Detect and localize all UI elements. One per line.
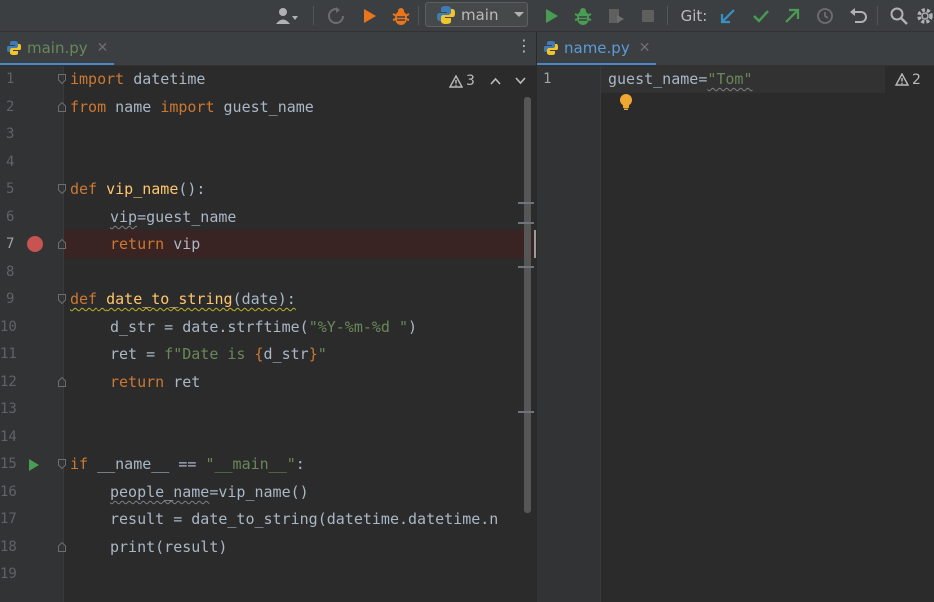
line-number: 3 (6, 126, 15, 142)
tab-main-py[interactable]: main.py ✕ (0, 32, 115, 65)
fold-icon[interactable] (58, 239, 66, 249)
right-tab-bar: name.py ✕ (537, 32, 934, 66)
warning-icon (895, 73, 909, 86)
line-number: 10 (0, 319, 17, 335)
right-gutter (537, 66, 600, 602)
chevron-down-icon[interactable] (515, 77, 526, 85)
fold-icon[interactable] (58, 184, 66, 194)
chevron-down-icon (513, 11, 525, 19)
fold-icon[interactable] (58, 377, 66, 387)
warning-count: 2 (912, 71, 921, 88)
git-commit-icon[interactable] (750, 0, 772, 31)
code-line-7[interactable]: return vip (110, 234, 200, 254)
code-line-10[interactable]: d_str = date.strftime("%Y-%m-%d ") (110, 317, 417, 337)
code-line-12[interactable]: return ret (110, 372, 200, 392)
tab-name-py-label: name.py (564, 38, 630, 57)
warning-count: 3 (466, 73, 475, 89)
line-number: 11 (0, 346, 17, 362)
left-tab-bar: main.py ✕ ⋮ (0, 32, 536, 66)
stop-icon[interactable] (637, 0, 659, 31)
vertical-scrollbar[interactable] (524, 97, 531, 513)
line-number: 19 (0, 566, 17, 582)
breakpoint-icon[interactable] (27, 236, 43, 252)
inspection-widget-right[interactable]: 2 (885, 66, 934, 93)
run-gutter-icon[interactable] (28, 457, 40, 476)
search-icon[interactable] (888, 0, 910, 31)
line-number: 6 (6, 209, 15, 225)
lightbulb-icon[interactable] (619, 93, 633, 115)
git-push-icon[interactable] (781, 0, 803, 31)
close-icon[interactable]: ✕ (639, 40, 651, 56)
scroll-marker (518, 266, 534, 268)
coverage-icon[interactable] (605, 0, 627, 31)
line-number: 18 (0, 539, 17, 555)
code-line-2[interactable]: from name import guest_name (70, 97, 314, 117)
python-file-icon (6, 40, 22, 56)
line-number: 7 (6, 236, 15, 252)
fold-icon[interactable] (58, 102, 66, 112)
history-icon[interactable] (814, 0, 836, 31)
line-number: 9 (6, 291, 15, 307)
code-line-9[interactable]: def date_to_string(date): (70, 289, 296, 309)
fold-icon[interactable] (58, 74, 66, 84)
inspection-widget[interactable]: 3 (449, 73, 526, 89)
run-orange-icon[interactable] (358, 0, 380, 31)
rollback-icon[interactable] (846, 0, 870, 31)
code-line-15[interactable]: if __name__ == "__main__": (70, 454, 305, 474)
more-vertical-icon[interactable]: ⋮ (516, 36, 532, 55)
code-line-18[interactable]: print(result) (110, 537, 227, 557)
line-number: 14 (0, 429, 17, 445)
run-icon[interactable] (540, 0, 562, 31)
line-number: 8 (6, 264, 15, 280)
debug-icon[interactable] (571, 0, 595, 31)
rerun-icon[interactable] (325, 0, 347, 31)
code-line-1-right[interactable]: guest_name="Tom" (608, 69, 753, 89)
line-number: 15 (0, 456, 17, 472)
main-toolbar: main Git: (0, 0, 934, 32)
line-number: 17 (0, 511, 17, 527)
line-number: 16 (0, 484, 17, 500)
line-number: 12 (0, 374, 17, 390)
git-update-icon[interactable] (717, 0, 739, 31)
scroll-marker (518, 222, 534, 224)
line-number: 1 (6, 71, 15, 87)
scroll-marker (518, 411, 534, 413)
line-number: 4 (6, 154, 15, 170)
debug-orange-icon[interactable] (389, 0, 413, 31)
code-line-11[interactable]: ret = f"Date is {d_str}" (110, 344, 327, 364)
line-number: 2 (6, 99, 15, 115)
line-number: 1 (543, 71, 552, 87)
code-line-6[interactable]: vip=guest_name (110, 207, 236, 227)
code-line-5[interactable]: def vip_name(): (70, 179, 205, 199)
git-label: Git: (680, 6, 708, 25)
code-line-1[interactable]: import datetime (70, 69, 205, 89)
warning-icon (449, 74, 463, 88)
tab-name-py[interactable]: name.py ✕ (537, 32, 657, 65)
python-icon (436, 5, 456, 25)
settings-gear-icon[interactable] (916, 0, 934, 31)
branch-label: main (461, 5, 499, 24)
fold-icon[interactable] (58, 294, 66, 304)
fold-icon[interactable] (58, 459, 66, 469)
code-line-16[interactable]: people_name=vip_name() (110, 482, 309, 502)
user-icon[interactable] (270, 0, 304, 31)
scroll-marker (518, 202, 534, 204)
close-icon[interactable]: ✕ (97, 40, 109, 56)
fold-icon[interactable] (58, 542, 66, 552)
chevron-up-icon[interactable] (490, 77, 501, 85)
run-configuration-dropdown[interactable]: main (425, 2, 528, 27)
code-line-17[interactable]: result = date_to_string(datetime.datetim… (110, 509, 534, 529)
tab-main-py-label: main.py (27, 38, 88, 57)
line-number: 5 (6, 181, 15, 197)
line-number: 13 (0, 401, 17, 417)
python-file-icon (543, 40, 559, 56)
